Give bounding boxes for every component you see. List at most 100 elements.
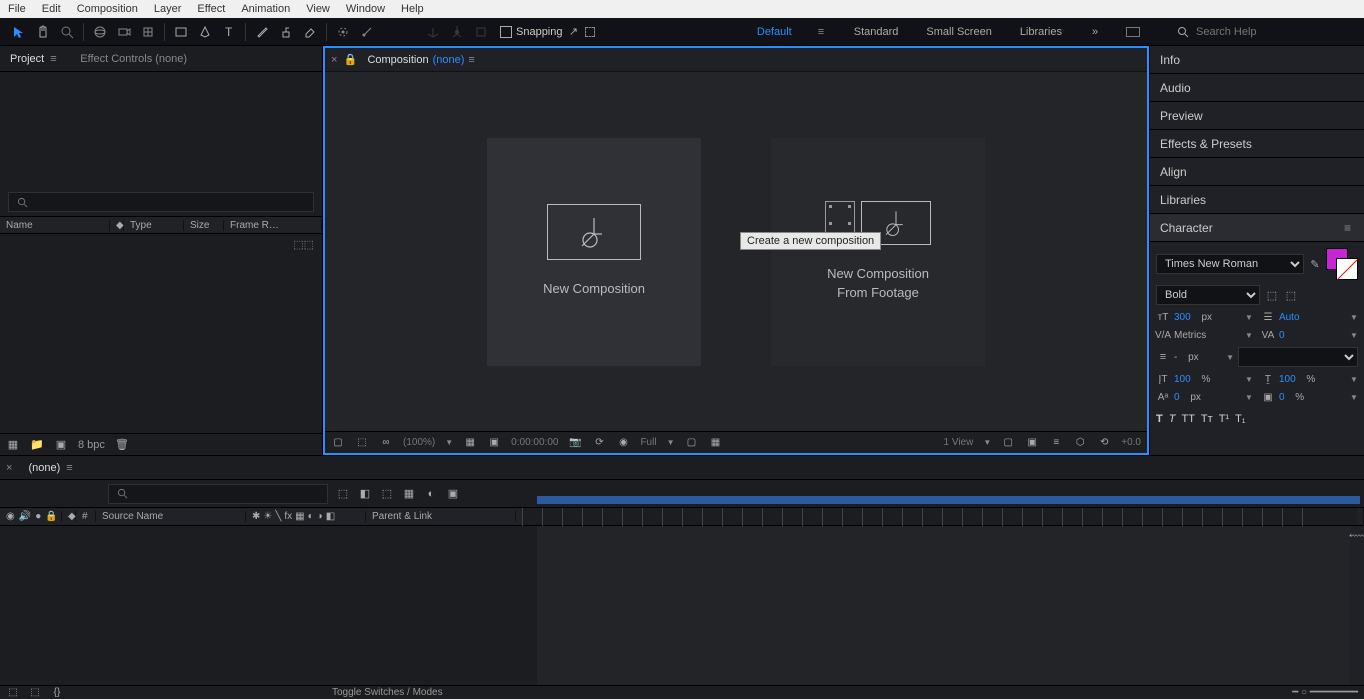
timeline-search[interactable] <box>108 484 328 504</box>
swap-colors-icon[interactable]: ⬚ <box>1264 288 1280 302</box>
zoom-value[interactable]: (100%) <box>403 437 435 448</box>
quality-switch-icon[interactable]: ╲ <box>275 511 281 522</box>
menu-animation[interactable]: Animation <box>241 3 290 15</box>
workspace-libraries[interactable]: Libraries <box>1018 26 1064 38</box>
col-frame-rate[interactable]: Frame R… <box>224 220 322 231</box>
menu-help[interactable]: Help <box>401 3 424 15</box>
timeline-tab[interactable]: (none) <box>18 456 86 479</box>
menu-edit[interactable]: Edit <box>42 3 61 15</box>
project-tab[interactable]: Project <box>0 46 70 71</box>
magnify-icon[interactable]: ⬚ <box>355 436 369 450</box>
graph-editor-icon[interactable]: ▣ <box>446 487 460 501</box>
adjustment-switch-icon[interactable]: ◑ <box>317 511 323 522</box>
font-style-dropdown[interactable]: Bold <box>1156 285 1260 305</box>
shy-icon[interactable]: ⬚ <box>380 487 394 501</box>
rectangle-tool-icon[interactable] <box>170 21 192 43</box>
camera-tool-icon[interactable] <box>113 21 135 43</box>
orbit-tool-icon[interactable] <box>89 21 111 43</box>
composition-tab[interactable]: Composition (none) <box>357 48 488 71</box>
panel-character[interactable]: Character <box>1150 214 1364 242</box>
label-col-icon[interactable]: ◆ <box>62 511 76 522</box>
project-tab-menu-icon[interactable] <box>50 53 60 65</box>
grid-icon[interactable]: ▦ <box>463 436 477 450</box>
3d-switch-icon[interactable]: ◧ <box>326 511 335 522</box>
clone-stamp-tool-icon[interactable] <box>275 21 297 43</box>
panel-audio[interactable]: Audio <box>1150 74 1364 102</box>
index-col[interactable]: # <box>76 511 96 522</box>
col-name[interactable]: Name <box>0 220 110 231</box>
motionblur-switch-icon[interactable]: ◐ <box>308 511 314 522</box>
type-tool-icon[interactable]: T <box>218 21 240 43</box>
bpc-toggle[interactable]: 8 bpc <box>78 439 105 451</box>
workspace-small-screen[interactable]: Small Screen <box>924 26 993 38</box>
draft3d-icon[interactable]: ◧ <box>358 487 372 501</box>
zoom-slider[interactable]: ━ ○ ━━━━━━━━ <box>1292 687 1358 698</box>
reset-exposure-icon[interactable]: ⟲ <box>1097 436 1111 450</box>
new-composition-from-footage-card[interactable]: New CompositionFrom Footage <box>771 138 985 366</box>
faux-bold-icon[interactable]: T <box>1156 413 1163 425</box>
panel-align[interactable]: Align <box>1150 158 1364 186</box>
all-caps-icon[interactable]: TT <box>1181 413 1194 425</box>
collapse-switch-icon[interactable]: ☀ <box>263 511 272 522</box>
search-help-input[interactable] <box>1196 26 1336 38</box>
exposure-value[interactable]: +0.0 <box>1121 437 1141 448</box>
panel-effects-presets[interactable]: Effects & Presets <box>1150 130 1364 158</box>
toggle-pane-icon[interactable]: ⬚ <box>28 686 42 700</box>
video-col-icon[interactable]: ◉ <box>6 511 15 522</box>
flowchart-icon[interactable]: ⬡ <box>1073 436 1087 450</box>
workspace-default-menu-icon[interactable] <box>818 26 828 38</box>
stroke-width-field[interactable]: - px▼ <box>1174 352 1234 363</box>
views-dropdown[interactable]: 1 View <box>943 437 973 448</box>
col-label-icon[interactable]: ◆ <box>110 220 124 231</box>
lock-col-icon[interactable]: 🔒 <box>45 511 57 522</box>
snap-extend-icon[interactable]: ↗ <box>567 25 581 39</box>
parent-col[interactable]: Parent & Link <box>366 511 516 522</box>
timeline-tab-menu-icon[interactable] <box>66 462 76 474</box>
brush-tool-icon[interactable] <box>251 21 273 43</box>
col-size[interactable]: Size <box>184 220 224 231</box>
pan-behind-tool-icon[interactable] <box>137 21 159 43</box>
baseline-shift-field[interactable]: Aᵃ0 px▼ <box>1156 390 1253 404</box>
selection-tool-icon[interactable] <box>8 21 30 43</box>
zoom-tool-icon[interactable] <box>56 21 78 43</box>
delete-icon[interactable]: 🗑 <box>115 438 129 452</box>
motion-blur-icon[interactable]: ◐ <box>424 487 438 501</box>
small-caps-icon[interactable]: Tᴛ <box>1201 413 1213 425</box>
snapshot-icon[interactable]: 📷 <box>568 436 582 450</box>
channel-icon[interactable]: ◉ <box>616 436 630 450</box>
transparency-icon[interactable]: ▦ <box>708 436 722 450</box>
solo-col-icon[interactable]: ● <box>35 511 41 522</box>
current-time[interactable]: 0:00:00:00 <box>511 437 558 448</box>
subscript-icon[interactable]: T₁ <box>1235 413 1245 425</box>
timeline-side-toggle-icon[interactable]: ⬳ <box>1350 526 1364 685</box>
font-family-dropdown[interactable]: Times New Roman <box>1156 254 1304 274</box>
stroke-style-dropdown[interactable] <box>1238 347 1358 367</box>
roto-brush-tool-icon[interactable] <box>332 21 354 43</box>
toggle-switches-modes[interactable]: Toggle Switches / Modes <box>332 687 443 698</box>
no-color-icon[interactable]: ⬚ <box>1284 288 1298 302</box>
menu-view[interactable]: View <box>306 3 330 15</box>
frame-blend-icon[interactable]: ▦ <box>402 487 416 501</box>
snapping-toggle[interactable]: Snapping ↗ <box>500 25 595 39</box>
puppet-tool-icon[interactable] <box>356 21 378 43</box>
timeline-layers-area[interactable] <box>0 526 537 685</box>
snap-bounds-icon[interactable] <box>585 27 595 37</box>
workspace-default[interactable]: Default <box>755 26 794 38</box>
superscript-icon[interactable]: T¹ <box>1219 413 1229 425</box>
audio-col-icon[interactable]: 🔊 <box>19 511 31 522</box>
menu-composition[interactable]: Composition <box>77 3 138 15</box>
source-name-col[interactable]: Source Name <box>96 511 246 522</box>
hand-tool-icon[interactable] <box>32 21 54 43</box>
resolution-dropdown[interactable]: Full <box>640 437 656 448</box>
menu-window[interactable]: Window <box>346 3 385 15</box>
kerning-field[interactable]: V/AMetrics▼ <box>1156 328 1253 342</box>
menu-file[interactable]: File <box>8 3 26 15</box>
timeline-icon[interactable]: ≡ <box>1049 436 1063 450</box>
search-help[interactable] <box>1176 25 1356 39</box>
horizontal-scale-field[interactable]: Ṯ100 %▼ <box>1261 372 1358 386</box>
fast-preview-icon[interactable]: ▣ <box>1025 436 1039 450</box>
brackets-icon[interactable]: {} <box>50 686 64 700</box>
leading-field[interactable]: ☰Auto▼ <box>1261 310 1358 324</box>
workspace-reset-icon[interactable] <box>1126 27 1140 37</box>
new-comp-icon[interactable]: ▣ <box>54 438 68 452</box>
